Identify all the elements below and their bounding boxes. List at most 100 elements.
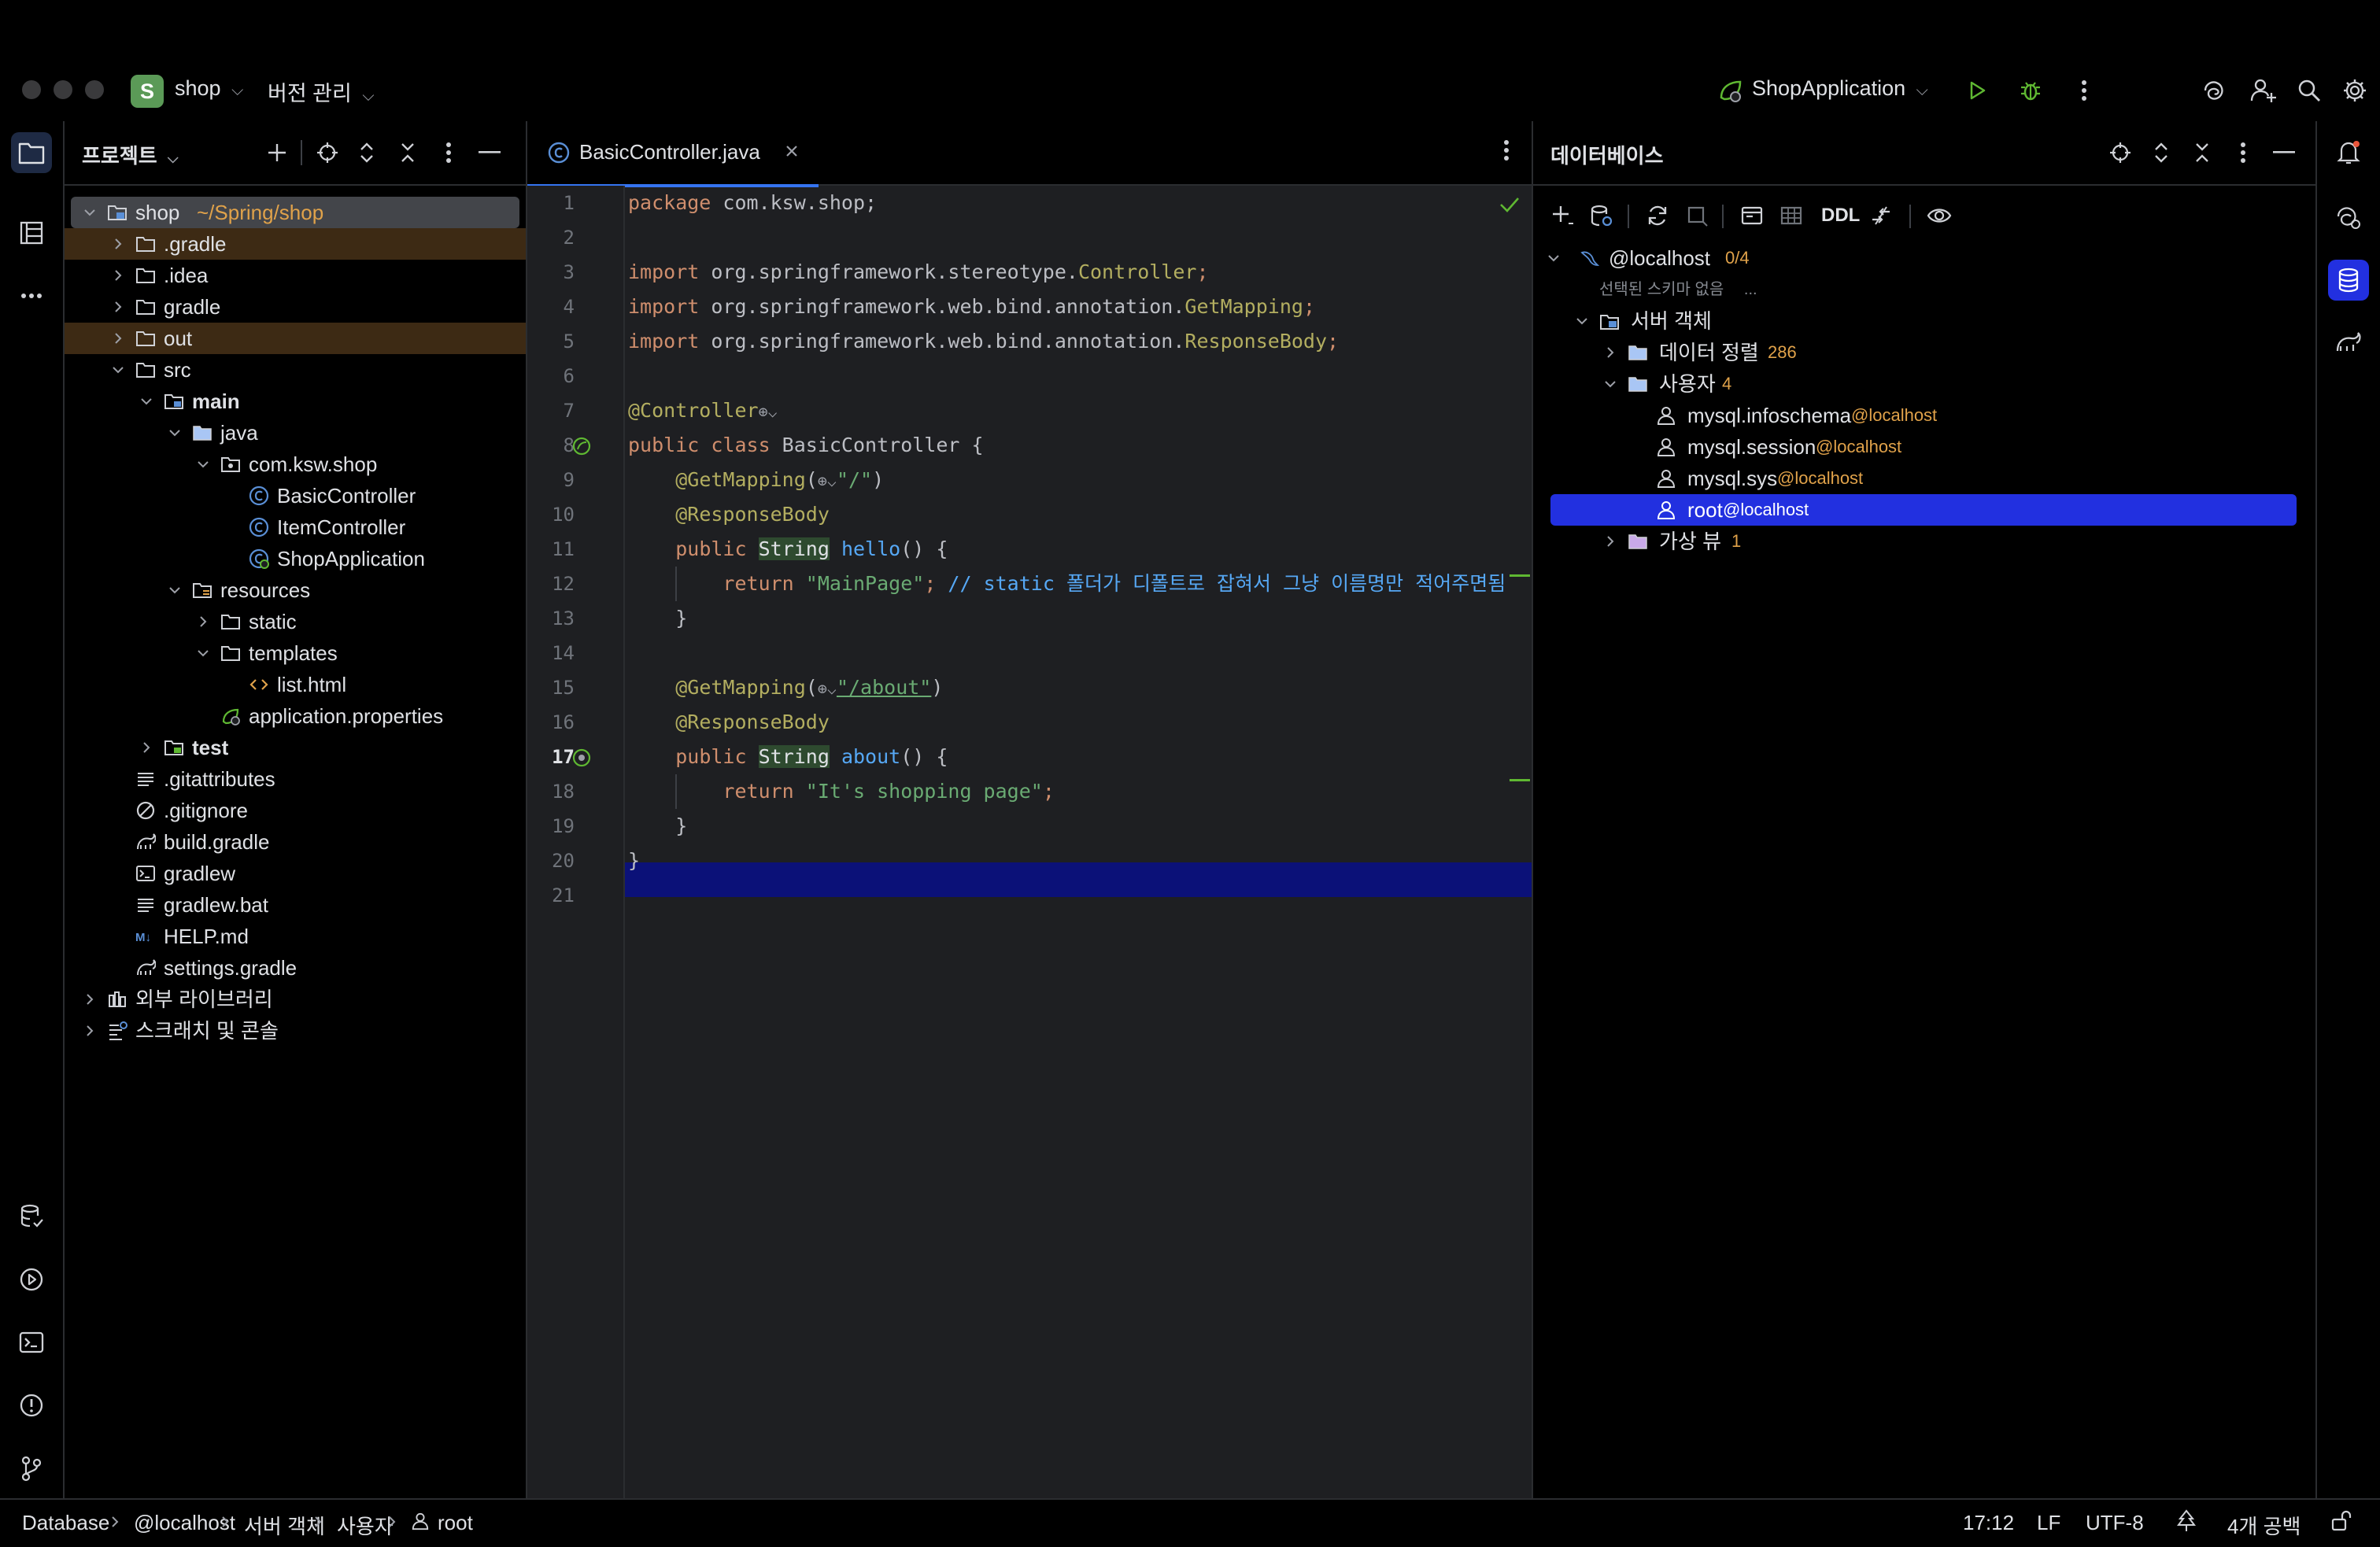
- string-literal[interactable]: "/about": [837, 676, 931, 699]
- tree-item-외부-라이브러리[interactable]: 외부 라이브러리: [65, 984, 526, 1015]
- query-console-icon[interactable]: [1735, 198, 1769, 233]
- add-datasource-plus-icon[interactable]: [1546, 198, 1580, 233]
- minimize-window-button[interactable]: [54, 80, 72, 99]
- tree-item-help-md[interactable]: M↓ HELP.md: [65, 921, 526, 952]
- database-tool-icon[interactable]: [2328, 260, 2369, 301]
- table-editor-icon[interactable]: [1774, 198, 1809, 233]
- ddl-button[interactable]: DDL: [1821, 205, 1860, 227]
- server-objects-node[interactable]: 서버 객체: [1533, 305, 2315, 337]
- expand-all-icon[interactable]: [349, 135, 384, 170]
- caret-position[interactable]: 17:12: [1963, 1511, 2014, 1535]
- chevron-right-icon[interactable]: [110, 268, 126, 283]
- editor-tab-basiccontroller[interactable]: BasicController.java: [527, 121, 819, 187]
- editor-more-icon[interactable]: [1503, 138, 1510, 162]
- collapse-all-icon[interactable]: [390, 135, 425, 170]
- datasource-properties-icon[interactable]: [1584, 198, 1618, 233]
- project-badge[interactable]: S: [131, 75, 164, 108]
- users-node[interactable]: 사용자 4: [1533, 368, 2315, 400]
- more-actions-icon[interactable]: [2067, 73, 2101, 108]
- tree-item-itemcontroller[interactable]: ItemController: [65, 511, 526, 543]
- chevron-right-icon[interactable]: [110, 330, 126, 346]
- tree-item-java[interactable]: java: [65, 417, 526, 449]
- chevron-down-icon[interactable]: [167, 582, 183, 598]
- zoom-window-button[interactable]: [85, 80, 104, 99]
- breadcrumb-item[interactable]: root: [438, 1511, 473, 1535]
- tree-item-com-ksw-shop[interactable]: com.ksw.shop: [65, 449, 526, 480]
- run-config-selector[interactable]: ShopApplication ⌵: [1752, 76, 1928, 101]
- chevron-right-icon[interactable]: [110, 236, 126, 252]
- tree-item-gradlew-bat[interactable]: gradlew.bat: [65, 889, 526, 921]
- project-name-menu[interactable]: shop ⌵: [175, 76, 243, 101]
- indent-setting[interactable]: 4개 공백: [2227, 1511, 2301, 1540]
- services-database-icon[interactable]: [11, 1196, 52, 1237]
- chevron-right-icon[interactable]: [82, 991, 98, 1007]
- hide-panel-icon[interactable]: [2267, 135, 2301, 170]
- tree-item-gradle[interactable]: gradle: [65, 291, 526, 323]
- problems-icon[interactable]: [11, 1385, 52, 1426]
- locate-icon[interactable]: [2103, 135, 2138, 170]
- breadcrumb-item[interactable]: Database: [22, 1511, 109, 1535]
- chevron-right-icon[interactable]: [139, 740, 154, 755]
- search-icon[interactable]: [2292, 73, 2326, 108]
- options-menu-icon[interactable]: [431, 135, 466, 170]
- tree-item-gitignore[interactable]: .gitignore: [65, 795, 526, 826]
- chevron-down-icon[interactable]: [110, 362, 126, 378]
- chevron-right-icon[interactable]: [1602, 534, 1618, 549]
- hide-panel-icon[interactable]: [472, 135, 507, 170]
- settings-gear-icon[interactable]: [2338, 73, 2372, 108]
- file-encoding[interactable]: UTF-8: [2086, 1511, 2144, 1535]
- add-user-icon[interactable]: [2246, 73, 2281, 108]
- code-style-tree-icon[interactable]: [2175, 1509, 2197, 1533]
- tree-item-build-gradle[interactable]: build.gradle: [65, 826, 526, 858]
- chevron-down-icon[interactable]: [1546, 250, 1561, 266]
- ai-assistant-icon[interactable]: [2197, 73, 2232, 108]
- user-item[interactable]: root @localhost: [1533, 494, 2315, 526]
- project-tool-folder-icon[interactable]: [11, 132, 52, 173]
- chevron-down-icon[interactable]: [139, 393, 154, 409]
- tree-item-idea[interactable]: .idea: [65, 260, 526, 291]
- line-separator[interactable]: LF: [2037, 1511, 2060, 1535]
- endpoint-gutter-icon[interactable]: [571, 748, 592, 768]
- user-item[interactable]: mysql.infoschema @localhost: [1533, 400, 2315, 431]
- chevron-down-icon[interactable]: [1602, 376, 1618, 392]
- tree-item-basiccontroller[interactable]: BasicController: [65, 480, 526, 511]
- user-item[interactable]: mysql.sys @localhost: [1533, 463, 2315, 494]
- gradle-elephant-icon[interactable]: [2328, 323, 2369, 364]
- locate-file-icon[interactable]: [310, 135, 345, 170]
- tree-item-out[interactable]: out: [65, 323, 526, 354]
- debug-icon[interactable]: [2013, 73, 2048, 108]
- breadcrumb-item[interactable]: 사용자: [337, 1511, 394, 1540]
- user-item[interactable]: mysql.session @localhost: [1533, 431, 2315, 463]
- tree-item-test[interactable]: test: [65, 732, 526, 763]
- chevron-down-icon[interactable]: [195, 456, 211, 472]
- spring-bean-gutter-icon[interactable]: [571, 436, 592, 456]
- options-menu-icon[interactable]: [2226, 135, 2260, 170]
- chevron-right-icon[interactable]: [1602, 345, 1618, 360]
- no-problems-check-icon[interactable]: [1499, 195, 1521, 214]
- run-icon[interactable]: [1960, 73, 1994, 108]
- tree-item-shop[interactable]: shop ~/Spring/shop: [71, 197, 519, 228]
- compare-icon[interactable]: [1864, 198, 1898, 233]
- tree-item-main[interactable]: main: [65, 386, 526, 417]
- chevron-right-icon[interactable]: [82, 1023, 98, 1039]
- datasource-localhost[interactable]: @localhost 0/4: [1533, 242, 2315, 274]
- tree-item-list-html[interactable]: list.html: [65, 669, 526, 700]
- chevron-right-icon[interactable]: [110, 299, 126, 315]
- read-only-lock-icon[interactable]: [2330, 1509, 2352, 1533]
- new-file-plus-icon[interactable]: [260, 135, 294, 170]
- tree-item-gradlew[interactable]: gradlew: [65, 858, 526, 889]
- chevron-right-icon[interactable]: [195, 614, 211, 630]
- tree-item-shopapplication[interactable]: ShopApplication: [65, 543, 526, 574]
- chevron-down-icon[interactable]: [1574, 313, 1590, 329]
- notifications-bell-icon[interactable]: [2328, 132, 2369, 173]
- expand-all-icon[interactable]: [2144, 135, 2179, 170]
- structure-tool-icon[interactable]: [11, 212, 52, 253]
- view-options-eye-icon[interactable]: [1922, 198, 1957, 233]
- tree-item-templates[interactable]: templates: [65, 637, 526, 669]
- vcs-menu[interactable]: 버전 관리 ⌵: [268, 76, 375, 107]
- tree-item-gitattributes[interactable]: .gitattributes: [65, 763, 526, 795]
- close-tab-icon[interactable]: [782, 142, 801, 161]
- ai-chat-icon[interactable]: [2328, 197, 2369, 238]
- tree-item-gradle[interactable]: .gradle: [65, 228, 526, 260]
- no-schema-selected[interactable]: 선택된 스키마 없음 ...: [1599, 274, 1757, 305]
